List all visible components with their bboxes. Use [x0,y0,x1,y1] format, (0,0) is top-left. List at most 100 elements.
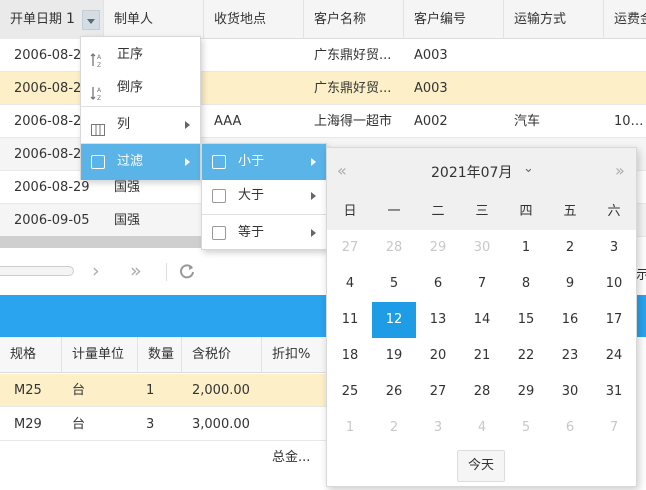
calendar-day[interactable]: 22 [504,338,548,374]
grid-header: 开单日期1 制单人 收货地点 客户名称 客户编号 运输方式 运费金 [0,0,646,39]
filter-submenu: 小于 大于 等于 [201,143,327,250]
next-month-icon[interactable]: » [615,161,625,180]
menu-item-label: 正序 [117,47,144,62]
calendar-day[interactable]: 2 [372,410,416,446]
calendar-day[interactable]: 7 [592,410,636,446]
menu-item-filter[interactable]: 过滤 [81,144,200,180]
calendar-day[interactable]: 9 [548,266,592,302]
calendar-day[interactable]: 6 [416,266,460,302]
filter-equal[interactable]: 等于 [202,215,326,251]
calendar-day[interactable]: 14 [460,302,504,338]
calendar-day[interactable]: 13 [416,302,460,338]
pager: › » [0,249,330,295]
total-label: 总金... [272,450,311,465]
calendar-day[interactable]: 26 [372,374,416,410]
detail-header: 规格 计量单位 数量 含税价 折扣% [0,337,330,373]
page-input[interactable] [0,266,74,276]
calendar-day[interactable]: 3 [416,410,460,446]
calendar-day[interactable]: 19 [372,338,416,374]
chevron-right-icon [185,121,190,129]
today-button[interactable]: 今天 [457,450,505,482]
calendar-day[interactable]: 28 [372,230,416,266]
cell-code: A003 [414,81,448,96]
calendar-day[interactable]: 4 [328,266,372,302]
pager-info: 示 [636,268,646,283]
cell-customer: 广东鼎好贸... [314,48,392,63]
calendar-day[interactable]: 4 [460,410,504,446]
menu-item-sort-desc[interactable]: AZ 倒序 [81,70,200,106]
filter-less-than[interactable]: 小于 [202,144,326,180]
calendar-day[interactable]: 5 [504,410,548,446]
calendar-day[interactable]: 31 [592,374,636,410]
column-dropdown-button[interactable] [82,10,100,30]
weekday-label: 五 [563,204,577,219]
detail-row[interactable]: M25 台 1 2,000.00 [0,374,330,407]
double-chevron-right-icon[interactable]: » [130,260,142,282]
svg-text:Z: Z [97,95,101,101]
calendar-day[interactable]: 16 [548,302,592,338]
calendar-day[interactable]: 18 [328,338,372,374]
detail-column-discount[interactable]: 折扣% [262,337,330,373]
filter-greater-than[interactable]: 大于 [202,178,326,214]
checkbox-icon[interactable] [212,189,226,203]
calendar-day[interactable]: 30 [460,230,504,266]
column-header-customer[interactable]: 客户名称 [304,0,404,39]
calendar-title[interactable]: 2021年07月 [431,162,512,182]
date-picker: « 2021年07月 ⌄ » 日 一 二 三 四 五 六 27 28 29 30 1 2 3… [326,147,637,487]
calendar-day[interactable]: 21 [460,338,504,374]
cell-qty: 1 [146,383,155,398]
calendar-day[interactable]: 1 [328,410,372,446]
calendar-day[interactable]: 28 [460,374,504,410]
calendar-day[interactable]: 20 [416,338,460,374]
column-header-code[interactable]: 客户编号 [404,0,504,39]
chevron-down-icon[interactable]: ⌄ [523,161,534,176]
column-header-transport[interactable]: 运输方式 [504,0,604,39]
calendar-day[interactable]: 23 [548,338,592,374]
calendar-day[interactable]: 27 [416,374,460,410]
calendar-day[interactable]: 29 [416,230,460,266]
calendar-day[interactable]: 8 [504,266,548,302]
calendar-header: « 2021年07月 ⌄ » [327,148,636,194]
refresh-icon[interactable] [178,262,196,280]
cell-unit: 台 [72,417,86,432]
detail-column-qty[interactable]: 数量 [138,337,182,373]
calendar-day[interactable]: 6 [548,410,592,446]
calendar-day[interactable]: 12 [372,302,416,338]
detail-column-unit[interactable]: 计量单位 [62,337,138,373]
prev-month-icon[interactable]: « [337,161,347,180]
detail-row[interactable]: M29 台 3 3,000.00 [0,408,330,441]
menu-item-columns[interactable]: 列 [81,107,200,143]
column-header-place[interactable]: 收货地点 [204,0,304,39]
sort-descending-icon: AZ [90,80,106,102]
calendar-day[interactable]: 1 [504,230,548,266]
calendar-day[interactable]: 11 [328,302,372,338]
calendar-day[interactable]: 27 [328,230,372,266]
calendar-day[interactable]: 17 [592,302,636,338]
detail-column-price[interactable]: 含税价 [182,337,262,373]
calendar-day[interactable]: 15 [504,302,548,338]
detail-column-spec[interactable]: 规格 [0,337,62,373]
calendar-day[interactable]: 10 [592,266,636,302]
column-header-maker[interactable]: 制单人 [104,0,204,39]
menu-item-sort-asc[interactable]: AZ 正序 [81,37,200,73]
calendar-day[interactable]: 5 [372,266,416,302]
column-header-label: 运输方式 [514,12,567,27]
checkbox-icon[interactable] [212,226,226,240]
column-header-label: 制单人 [114,12,154,27]
chevron-right-icon[interactable]: › [92,260,100,282]
calendar-day[interactable]: 25 [328,374,372,410]
menu-item-label: 小于 [238,154,265,169]
calendar-day[interactable]: 24 [592,338,636,374]
sort-ascending-icon: AZ [90,47,106,69]
cell-transport: 汽车 [514,114,541,129]
column-header-fee[interactable]: 运费金 [604,0,646,39]
calendar-day[interactable]: 7 [460,266,504,302]
calendar-day[interactable]: 3 [592,230,636,266]
calendar-day[interactable]: 30 [548,374,592,410]
calendar-day[interactable]: 2 [548,230,592,266]
cell-unit: 台 [72,383,86,398]
calendar-day[interactable]: 29 [504,374,548,410]
cell-spec: M25 [14,383,42,398]
checkbox-icon[interactable] [212,155,226,169]
column-header-label: 运费金 [614,12,646,27]
